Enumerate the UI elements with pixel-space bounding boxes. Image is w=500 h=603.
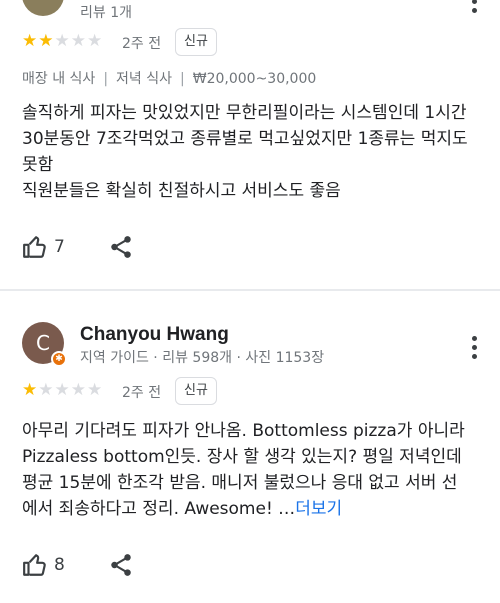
star-icon: ★: [22, 380, 39, 400]
rating-row: ★★★★★ 2주 전 신규: [22, 28, 482, 56]
review-time: 2주 전: [122, 36, 162, 52]
share-icon[interactable]: [108, 234, 134, 260]
review-text-line: 못함: [22, 155, 54, 175]
thumbs-up-icon[interactable]: [22, 234, 48, 260]
star-icon: ★: [70, 31, 87, 51]
rating-row: ★★★★★ 2주 전 신규: [22, 377, 482, 405]
review-text: 아무리 기다려도 피자가 안나옴. Bottomless pizza가 아니라 …: [22, 418, 482, 522]
star-rating: ★★★★★: [22, 31, 103, 51]
review-actions: 8: [22, 552, 222, 582]
review-text-line: 평균 15분에 한조각 받음. 매니저 불렀으나 응대 없고 서버 선: [22, 473, 458, 493]
thumbs-up-icon[interactable]: [22, 552, 48, 578]
star-icon: ★: [54, 31, 71, 51]
review-divider: [0, 289, 500, 291]
visit-tags: 매장 내 식사 | 저녁 식사 | ₩20,000~30,000: [22, 71, 317, 87]
avatar-letter: C: [36, 331, 50, 355]
reviewer-name[interactable]: Chanyou Hwang: [80, 324, 229, 346]
tag-meal-type: 저녁 식사: [116, 71, 173, 87]
star-icon: ★: [22, 31, 39, 51]
read-more-link[interactable]: 더보기: [295, 499, 342, 519]
review-text-line: Pizzaless bottom인듯. 장사 할 생각 있는지? 평일 저녁인데: [22, 447, 462, 467]
more-vert-icon[interactable]: [470, 0, 478, 16]
review-text-line: 에서 죄송하다고 정리. Awesome! …더보기: [22, 496, 482, 522]
more-vert-icon[interactable]: [470, 336, 478, 362]
star-icon: ★: [70, 380, 87, 400]
like-count: 8: [54, 555, 65, 575]
share-icon[interactable]: [108, 552, 134, 578]
review-text-line: 솔직하게 피자는 맛있었지만 무한리필이라는 시스템인데 1시간: [22, 103, 467, 123]
star-rating: ★★★★★: [22, 380, 103, 400]
review-text: 솔직하게 피자는 맛있었지만 무한리필이라는 시스템인데 1시간 30분동안 7…: [22, 100, 482, 204]
review-header: C Chanyou Hwang 지역 가이드 · 리뷰 598개 · 사진 11…: [22, 300, 482, 367]
local-guide-badge-icon: [51, 351, 67, 367]
new-badge: 신규: [175, 377, 217, 405]
review-actions: 7: [22, 234, 222, 264]
avatar[interactable]: C: [22, 322, 67, 367]
star-icon: ★: [87, 31, 104, 51]
star-icon: ★: [38, 380, 55, 400]
reviewer-meta: 지역 가이드 · 리뷰 598개 · 사진 1153장: [80, 350, 325, 366]
review-text-line: 아무리 기다려도 피자가 안나옴. Bottomless pizza가 아니라: [22, 421, 465, 441]
avatar[interactable]: [22, 0, 64, 16]
review-time: 2주 전: [122, 385, 162, 401]
star-icon: ★: [87, 380, 104, 400]
review-text-fragment: 에서 죄송하다고 정리. Awesome! …: [22, 499, 296, 519]
review-text-line: 직원분들은 확실히 친절하시고 서비스도 좋음: [22, 181, 341, 201]
star-icon: ★: [38, 31, 55, 51]
new-badge: 신규: [175, 28, 217, 56]
reviewer-meta: 리뷰 1개: [80, 5, 132, 21]
like-count: 7: [54, 237, 65, 257]
tag-price: ₩20,000~30,000: [192, 71, 317, 87]
review-text-line: 30분동안 7조각먹었고 종류별로 먹고싶었지만 1종류는 먹지도: [22, 129, 468, 149]
tag-dine-in: 매장 내 식사: [22, 71, 96, 87]
star-icon: ★: [54, 380, 71, 400]
